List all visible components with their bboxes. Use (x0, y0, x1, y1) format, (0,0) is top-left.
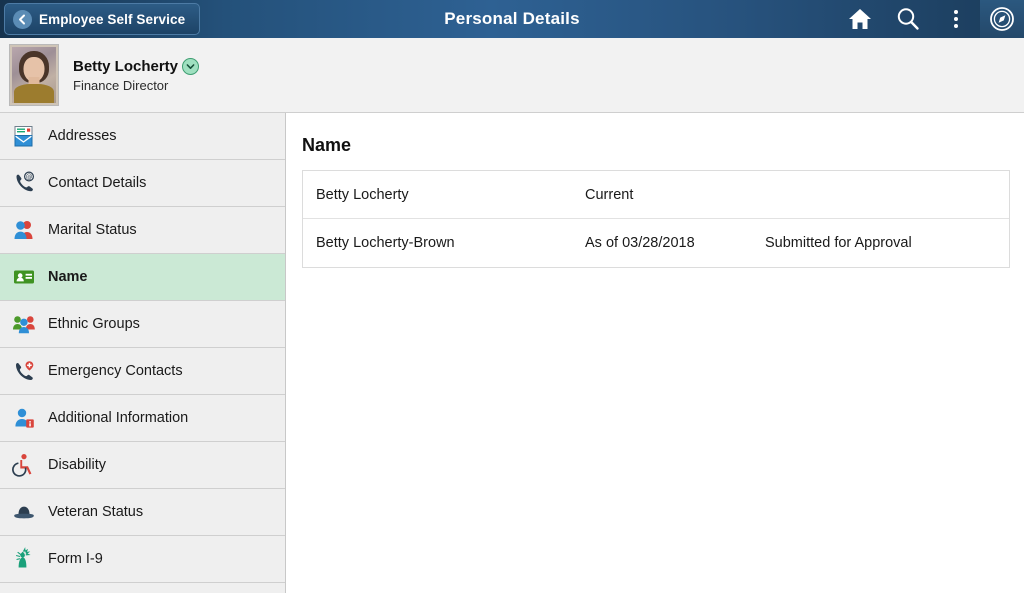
name-badge-icon (11, 264, 37, 290)
row-effective: As of 03/28/2018 (585, 235, 695, 251)
two-people-icon (11, 217, 37, 243)
military-cap-icon (11, 499, 37, 525)
phone-medical-icon (11, 358, 37, 384)
employee-job-title: Finance Director (73, 77, 169, 93)
avatar[interactable] (9, 44, 59, 106)
search-icon[interactable] (884, 0, 932, 38)
employee-name: Betty Locherty (73, 57, 179, 75)
phone-at-icon: @ (11, 170, 37, 196)
employee-photo (12, 47, 56, 103)
sidebar-item-label: Marital Status (48, 222, 137, 238)
row-effective: Current (585, 186, 634, 203)
row-name: Betty Locherty (316, 186, 409, 203)
header-actions (836, 0, 1024, 38)
sidebar-item-contact-details[interactable]: @ Contact Details (0, 160, 285, 207)
person-info-icon (11, 405, 37, 431)
sidebar: Addresses @ Contact Details Marital Stat… (0, 113, 286, 593)
chevron-down-circle-icon[interactable] (182, 57, 200, 75)
statue-of-liberty-icon (11, 546, 37, 572)
sidebar-item-label: Contact Details (48, 175, 147, 191)
chevron-left-icon (13, 9, 32, 29)
sidebar-item-name[interactable]: Name (0, 254, 285, 301)
sidebar-item-marital-status[interactable]: Marital Status (0, 207, 285, 254)
table-row[interactable]: Betty Locherty-Brown As of 03/28/2018 Su… (303, 219, 1009, 267)
sidebar-item-veteran-status[interactable]: Veteran Status (0, 489, 285, 536)
sidebar-item-label: Addresses (48, 128, 117, 144)
sidebar-item-addresses[interactable]: Addresses (0, 113, 285, 160)
content-panel: Name Betty Locherty Current Betty Locher… (286, 113, 1024, 593)
three-dots-glyph (954, 10, 958, 28)
app-header: Employee Self Service Personal Details (0, 0, 1024, 38)
actions-menu-icon[interactable] (932, 0, 980, 38)
employee-name-row: Betty Locherty (73, 57, 200, 75)
wheelchair-icon (11, 452, 37, 478)
employee-banner: Betty Locherty Finance Director (0, 38, 1024, 113)
sidebar-item-label: Additional Information (48, 410, 189, 426)
sidebar-item-ethnic-groups[interactable]: Ethnic Groups (0, 301, 285, 348)
navigator-icon[interactable] (980, 0, 1024, 38)
sidebar-item-label: Emergency Contacts (48, 363, 183, 379)
row-name: Betty Locherty-Brown (316, 235, 455, 251)
sidebar-item-label: Name (48, 269, 88, 285)
three-people-icon (11, 311, 37, 337)
body: Addresses @ Contact Details Marital Stat… (0, 113, 1024, 593)
sidebar-item-additional-information[interactable]: Additional Information (0, 395, 285, 442)
sidebar-item-label: Form I-9 (48, 551, 103, 567)
sidebar-item-disability[interactable]: Disability (0, 442, 285, 489)
table-row[interactable]: Betty Locherty Current (303, 171, 1009, 219)
employee-info: Betty Locherty Finance Director (73, 57, 200, 93)
sidebar-item-label: Disability (48, 457, 107, 473)
name-history-table: Betty Locherty Current Betty Locherty-Br… (302, 170, 1010, 268)
section-title: Name (302, 135, 352, 155)
sidebar-item-form-i9[interactable]: Form I-9 (0, 536, 285, 583)
row-status: Submitted for Approval (765, 235, 912, 251)
sidebar-item-label: Ethnic Groups (48, 316, 140, 332)
home-icon[interactable] (836, 0, 884, 38)
photo-body (14, 84, 54, 103)
sidebar-item-label: Veteran Status (48, 504, 144, 520)
address-envelope-icon (11, 123, 37, 149)
back-button[interactable]: Employee Self Service (4, 3, 201, 35)
back-button-label: Employee Self Service (39, 11, 186, 27)
svg-text:@: @ (26, 173, 33, 181)
sidebar-item-emergency-contacts[interactable]: Emergency Contacts (0, 348, 285, 395)
